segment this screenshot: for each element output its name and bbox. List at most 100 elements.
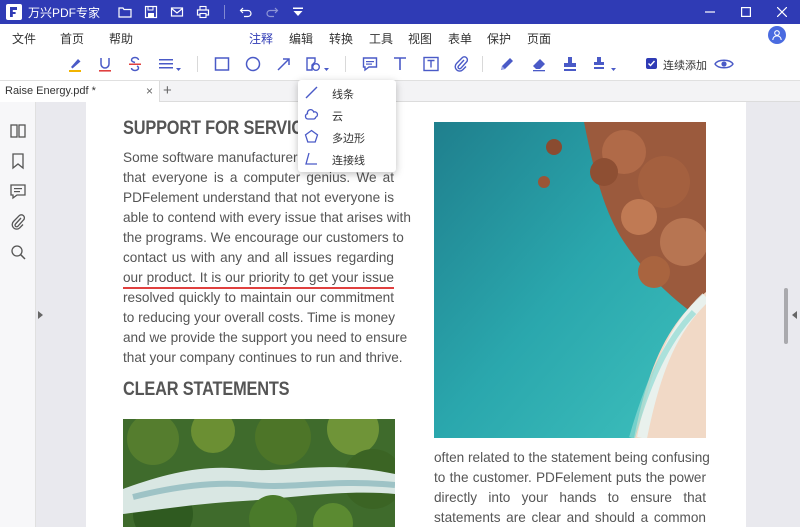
menu-file[interactable]: 文件	[12, 30, 36, 47]
new-tab-icon[interactable]: +	[163, 82, 172, 99]
vertical-scrollbar[interactable]	[783, 102, 791, 527]
menu-item-label: 连接线	[332, 155, 365, 167]
underline-icon[interactable]	[96, 55, 114, 73]
user-avatar-icon[interactable]	[768, 26, 786, 44]
text-line: often related to the statement being con…	[434, 450, 710, 465]
collapse-left-panel-icon[interactable]	[38, 311, 43, 319]
menu-edit[interactable]: 编辑	[289, 30, 313, 47]
save-icon[interactable]	[144, 5, 158, 19]
note-icon[interactable]	[361, 55, 379, 73]
text-align-dropdown-icon[interactable]	[158, 55, 182, 73]
toolbar-separator	[345, 56, 346, 72]
search-icon[interactable]	[9, 243, 27, 261]
arrow-icon[interactable]	[275, 55, 293, 73]
maximize-icon[interactable]	[728, 0, 764, 24]
connected-line-icon	[304, 151, 319, 166]
minimize-icon[interactable]	[692, 0, 728, 24]
underline-annotation[interactable]	[123, 287, 394, 289]
text-line: that your company continues to run and t…	[123, 350, 403, 365]
bookmark-icon[interactable]	[9, 152, 27, 170]
redo-icon[interactable]	[265, 5, 279, 19]
toolbar-separator	[197, 56, 198, 72]
menu-form[interactable]: 表单	[448, 30, 472, 47]
eraser-icon[interactable]	[530, 55, 548, 73]
menu-item-label: 多边形	[332, 133, 365, 145]
toolbar-separator	[482, 56, 483, 72]
text-line: to the customer. PDFelement puts the pow…	[434, 470, 706, 485]
stamp-icon[interactable]	[561, 55, 579, 73]
polygon-icon	[304, 129, 319, 144]
forest-river-photo	[123, 419, 395, 527]
undo-icon[interactable]	[239, 5, 253, 19]
menu-item-line[interactable]: 线条	[298, 82, 396, 104]
oval-icon[interactable]	[244, 55, 262, 73]
app-logo-icon	[6, 4, 22, 20]
attachment-icon[interactable]	[452, 55, 470, 73]
continuous-add-checkbox[interactable]	[646, 58, 657, 69]
paragraph-support: Some software manufacturers that everyon…	[123, 148, 411, 368]
text-line: PDFelement understand that not everyone …	[123, 190, 394, 205]
signature-dropdown-icon[interactable]	[592, 55, 618, 73]
text-line: resolved quickly to maintain our commitm…	[123, 290, 394, 305]
heading-clear-statements: CLEAR STATEMENTS	[123, 379, 290, 400]
menu-view[interactable]: 视图	[408, 30, 432, 47]
heading-support: SUPPORT FOR SERVICE	[123, 118, 314, 139]
menu-item-connected-line[interactable]: 连接线	[298, 148, 396, 170]
continuous-add-label: 连续添加	[663, 60, 707, 72]
text-line: statements are clear and should a common	[434, 510, 706, 525]
document-tab[interactable]: Raise Energy.pdf * ×	[0, 81, 160, 102]
menu-home[interactable]: 首页	[60, 30, 84, 47]
text-line: and we provide the support you need to e…	[123, 330, 408, 345]
menu-protect[interactable]: 保护	[487, 30, 511, 47]
app-title: 万兴PDF专家	[28, 5, 101, 20]
text-line: to reducing your overall costs. Time is …	[123, 310, 395, 325]
pdf-page: SUPPORT FOR SERVICE Some software manufa…	[86, 102, 746, 527]
text-line: our product. It is our priority to get y…	[123, 270, 394, 285]
shapes-dropdown-icon[interactable]	[305, 55, 331, 73]
left-sidebar	[0, 102, 36, 527]
text-line: directly into your hands to ensure that	[434, 490, 706, 505]
highlight-icon[interactable]	[66, 55, 84, 73]
tab-close-icon[interactable]: ×	[146, 84, 153, 98]
attachments-panel-icon[interactable]	[9, 213, 27, 231]
menu-page[interactable]: 页面	[527, 30, 551, 47]
menu-item-cloud[interactable]: 云	[298, 104, 396, 126]
title-bar: 万兴PDF专家	[0, 0, 800, 24]
text-line: Some software manufacturers	[123, 150, 305, 165]
cloud-icon	[304, 107, 319, 122]
comments-panel-icon[interactable]	[9, 182, 27, 200]
shapes-dropdown-menu: 线条 云 多边形 连接线	[298, 80, 396, 172]
text-line: contact us with any and all issues regar…	[123, 250, 394, 265]
rectangle-icon[interactable]	[213, 55, 231, 73]
scroll-thumb[interactable]	[784, 288, 788, 344]
customize-dropdown-icon[interactable]	[291, 5, 305, 19]
window-controls	[692, 0, 800, 24]
collapse-right-panel-icon[interactable]	[792, 311, 797, 319]
menu-item-polygon[interactable]: 多边形	[298, 126, 396, 148]
print-icon[interactable]	[196, 5, 210, 19]
menu-help[interactable]: 帮助	[109, 30, 133, 47]
quick-access-toolbar	[118, 5, 317, 19]
strikethrough-icon[interactable]	[126, 55, 144, 73]
menu-convert[interactable]: 转换	[329, 30, 353, 47]
thumbnails-icon[interactable]	[9, 122, 27, 140]
text-icon[interactable]	[391, 55, 409, 73]
line-icon	[304, 85, 319, 100]
show-hide-annotations-icon[interactable]	[714, 55, 734, 73]
menu-bar: 文件 首页 帮助 注释 编辑 转换 工具 视图 表单 保护 页面	[0, 24, 800, 52]
text-line: able to contend with every issue that ar…	[123, 210, 411, 225]
aerial-beach-photo	[434, 122, 706, 438]
toolbar-separator	[224, 5, 226, 19]
textbox-icon[interactable]	[422, 55, 440, 73]
open-folder-icon[interactable]	[118, 5, 132, 19]
pencil-icon[interactable]	[498, 55, 516, 73]
menu-item-label: 线条	[332, 89, 354, 101]
menu-item-label: 云	[332, 111, 343, 123]
menu-tools[interactable]: 工具	[369, 30, 393, 47]
paragraph-clear-statements: often related to the statement being con…	[434, 448, 710, 527]
email-icon[interactable]	[170, 5, 184, 19]
close-icon[interactable]	[764, 0, 800, 24]
text-line: the programs. We encourage our customers…	[123, 230, 404, 245]
menu-comment[interactable]: 注释	[249, 30, 274, 52]
document-tab-strip: Raise Energy.pdf * × +	[0, 80, 800, 102]
